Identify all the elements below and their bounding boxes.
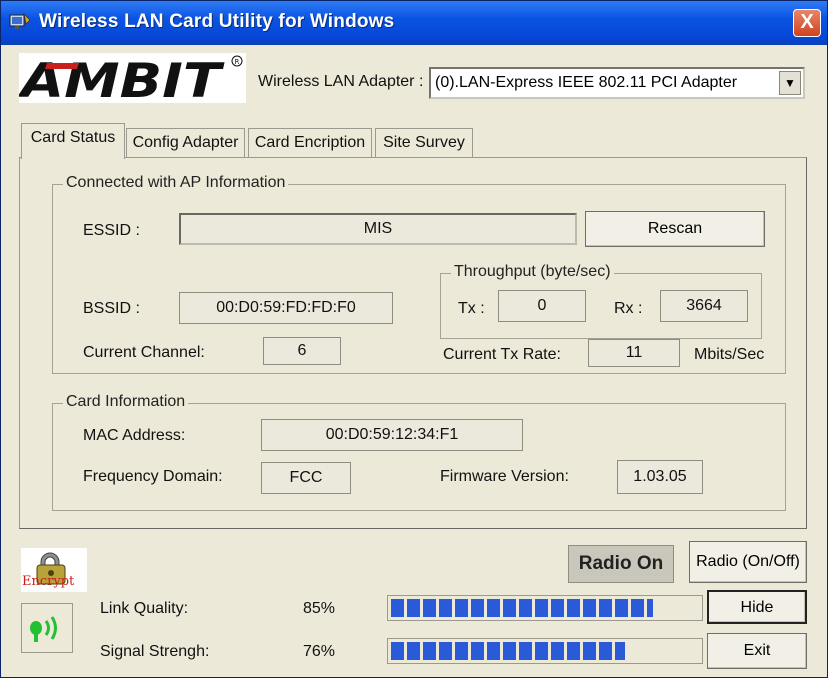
- tab-card-encription[interactable]: Card Encription: [248, 128, 372, 158]
- ambit-logo: AMBIT R: [16, 53, 246, 109]
- rx-label: Rx :: [614, 300, 643, 317]
- throughput-title: Throughput (byte/sec): [451, 263, 614, 281]
- tab-site-survey[interactable]: Site Survey: [375, 128, 473, 158]
- tab-card-status[interactable]: Card Status: [21, 123, 125, 159]
- card-status-panel: Connected with AP Information ESSID : MI…: [19, 157, 807, 529]
- signal-strength-bar: [387, 638, 703, 664]
- tab-label: Config Adapter: [132, 134, 239, 151]
- title-bar[interactable]: Wireless LAN Card Utility for Windows X: [1, 1, 827, 45]
- signal-strength-fill: [391, 642, 625, 660]
- frequency-domain-label: Frequency Domain:: [83, 468, 223, 485]
- exit-button[interactable]: Exit: [707, 633, 807, 669]
- firmware-label: Firmware Version:: [440, 468, 569, 485]
- essid-label: ESSID :: [83, 222, 140, 239]
- close-button[interactable]: X: [793, 9, 821, 37]
- channel-label: Current Channel:: [83, 344, 205, 361]
- main-window: Wireless LAN Card Utility for Windows X …: [0, 0, 828, 678]
- ap-info-title: Connected with AP Information: [63, 174, 289, 192]
- link-quality-value: 85%: [303, 600, 336, 617]
- channel-field: 6: [263, 337, 341, 365]
- rescan-button[interactable]: Rescan: [585, 211, 765, 247]
- radio-status-badge: Radio On: [568, 545, 674, 583]
- tab-label: Card Status: [30, 129, 116, 146]
- svg-text:R: R: [235, 58, 240, 66]
- tab-label: Site Survey: [383, 134, 465, 151]
- window-title: Wireless LAN Card Utility for Windows: [39, 11, 395, 32]
- radio-toggle-button[interactable]: Radio (On/Off): [689, 541, 807, 583]
- frequency-domain-field: FCC: [261, 462, 351, 494]
- card-info-title: Card Information: [63, 393, 189, 411]
- encrypt-indicator: Encrypt: [21, 548, 87, 592]
- logo-text: AMBIT: [19, 54, 226, 103]
- app-icon: [9, 12, 31, 29]
- wireless-signal-icon: [30, 616, 57, 642]
- bssid-label: BSSID :: [83, 300, 140, 317]
- essid-field: MIS: [179, 213, 577, 245]
- link-quality-bar: [387, 595, 703, 621]
- mac-field: 00:D0:59:12:34:F1: [261, 419, 523, 451]
- tx-rate-unit: Mbits/Sec: [694, 346, 765, 363]
- encrypt-label: Encrypt: [22, 574, 75, 589]
- signal-indicator: [21, 603, 73, 653]
- throughput-group: Throughput (byte/sec) Tx : 0 Rx : 3664: [440, 263, 762, 339]
- link-quality-fill: [391, 599, 653, 617]
- link-quality-label: Link Quality:: [100, 600, 189, 617]
- adapter-label: Wireless LAN Adapter :: [258, 73, 424, 90]
- adapter-select[interactable]: (0).LAN-Express IEEE 802.11 PCI Adapter …: [429, 67, 805, 99]
- tab-config-adapter[interactable]: Config Adapter: [126, 128, 245, 158]
- tx-rate-field: 11: [588, 339, 680, 367]
- tx-rate-label: Current Tx Rate:: [443, 346, 561, 363]
- chevron-down-icon[interactable]: ▼: [779, 71, 801, 95]
- rx-field: 3664: [660, 290, 748, 322]
- ap-info-group: Connected with AP Information ESSID : MI…: [52, 174, 786, 374]
- tx-label: Tx :: [458, 300, 485, 317]
- mac-label: MAC Address:: [83, 427, 186, 444]
- adapter-selected-value: (0).LAN-Express IEEE 802.11 PCI Adapter: [435, 74, 738, 91]
- hide-button[interactable]: Hide: [707, 590, 807, 624]
- signal-strength-value: 76%: [303, 643, 336, 660]
- bssid-field: 00:D0:59:FD:FD:F0: [179, 292, 393, 324]
- tab-label: Card Encription: [254, 134, 366, 151]
- firmware-field: 1.03.05: [617, 460, 703, 494]
- window-body: AMBIT R Wireless LAN Adapter : (0).LAN-E…: [5, 45, 823, 675]
- tx-field: 0: [498, 290, 586, 322]
- signal-strength-label: Signal Strengh:: [100, 643, 210, 660]
- card-info-group: Card Information MAC Address: 00:D0:59:1…: [52, 393, 786, 511]
